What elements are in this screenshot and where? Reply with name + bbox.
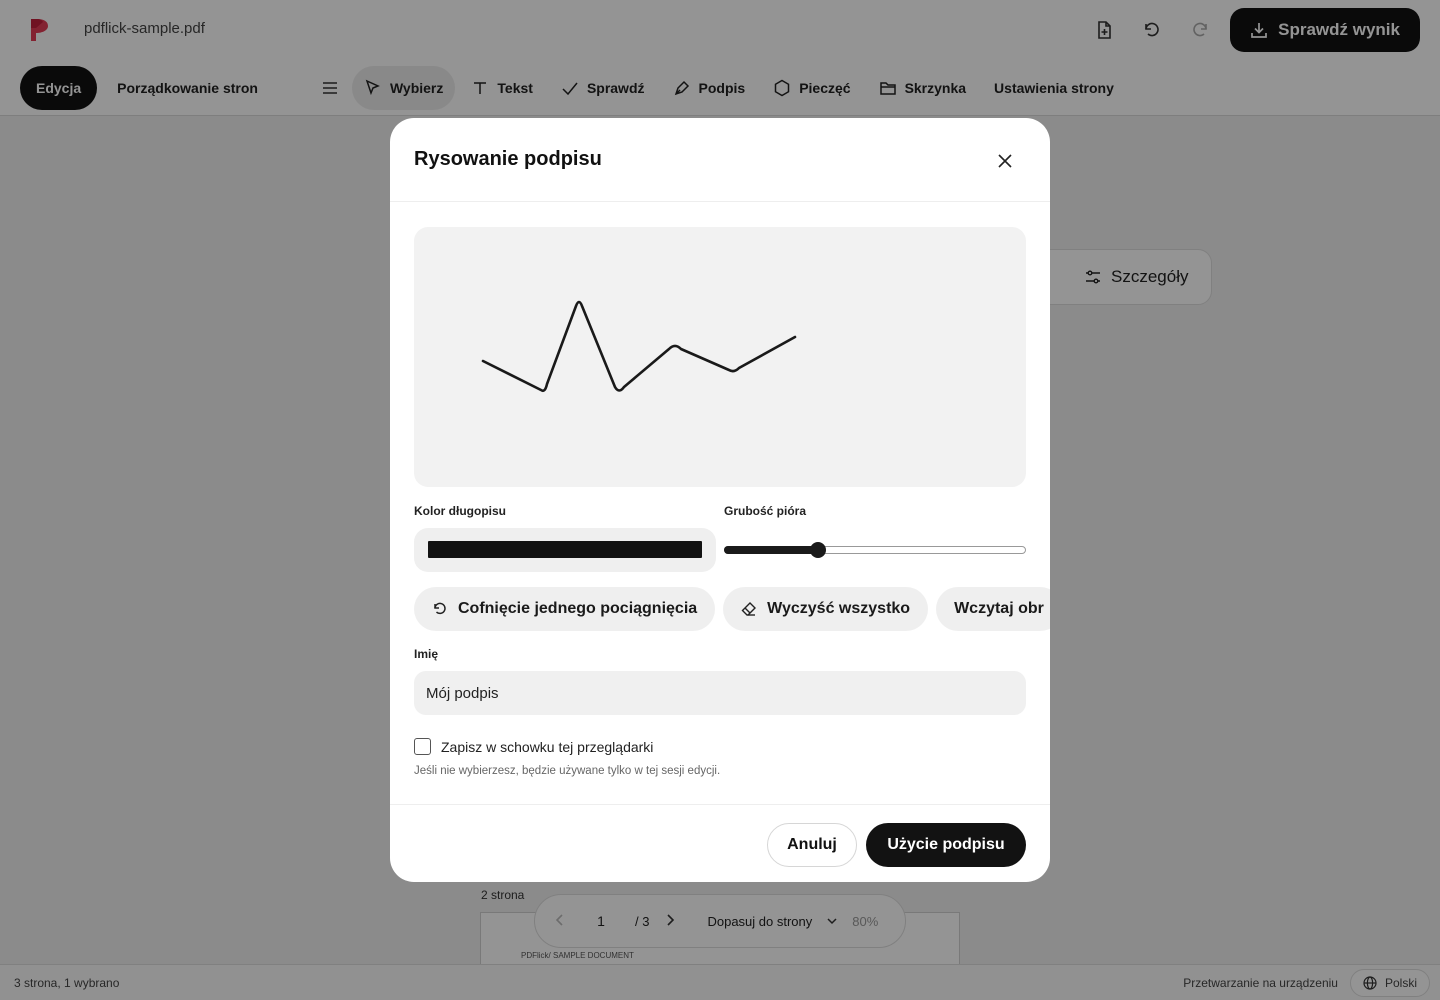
name-label: Imię [414, 647, 439, 661]
dialog-footer: Anuluj Użycie podpisu [390, 804, 1050, 882]
pen-color-label: Kolor długopisu [414, 504, 506, 518]
drawing-actions: Cofnięcie jednego pociągnięcia Wyczyść w… [414, 587, 1050, 631]
signature-stroke [481, 300, 797, 393]
dialog-header: Rysowanie podpisu [390, 118, 1050, 202]
clear-all-button[interactable]: Wyczyść wszystko [723, 587, 929, 631]
pen-width-label: Grubość pióra [724, 504, 807, 518]
save-in-browser-label[interactable]: Zapisz w schowku tej przeglądarki [441, 739, 653, 755]
undo-icon [434, 602, 446, 615]
save-in-browser-row[interactable]: Zapisz w schowku tej przeglądarki [414, 738, 653, 755]
pen-width-slider[interactable] [724, 540, 1026, 560]
signature-name-input[interactable] [414, 671, 1026, 715]
signature-drawing-pad[interactable] [414, 227, 1026, 487]
cancel-button[interactable]: Anuluj [767, 823, 857, 867]
session-hint: Jeśli nie wybierzesz, będzie używane tyl… [414, 765, 721, 777]
close-icon [998, 154, 1012, 168]
pen-color-swatch [428, 541, 702, 558]
draw-signature-dialog: Rysowanie podpisu Kolor długopisu Gruboś… [390, 118, 1050, 882]
dialog-title: Rysowanie podpisu [414, 148, 602, 170]
slider-fill [724, 546, 818, 554]
load-image-button[interactable]: Wczytaj obr [936, 587, 1050, 631]
clear-all-label: Wyczyść wszystko [767, 600, 911, 617]
save-in-browser-checkbox[interactable] [414, 738, 431, 755]
pen-color-picker[interactable] [414, 528, 716, 572]
slider-thumb[interactable] [809, 542, 826, 558]
use-signature-button[interactable]: Użycie podpisu [866, 823, 1026, 867]
undo-stroke-button[interactable]: Cofnięcie jednego pociągnięcia [414, 587, 716, 631]
load-image-label: Wczytaj obr [954, 600, 1044, 617]
close-button[interactable] [990, 146, 1020, 176]
undo-stroke-label: Cofnięcie jednego pociągnięcia [458, 600, 698, 617]
eraser-icon [741, 602, 757, 616]
